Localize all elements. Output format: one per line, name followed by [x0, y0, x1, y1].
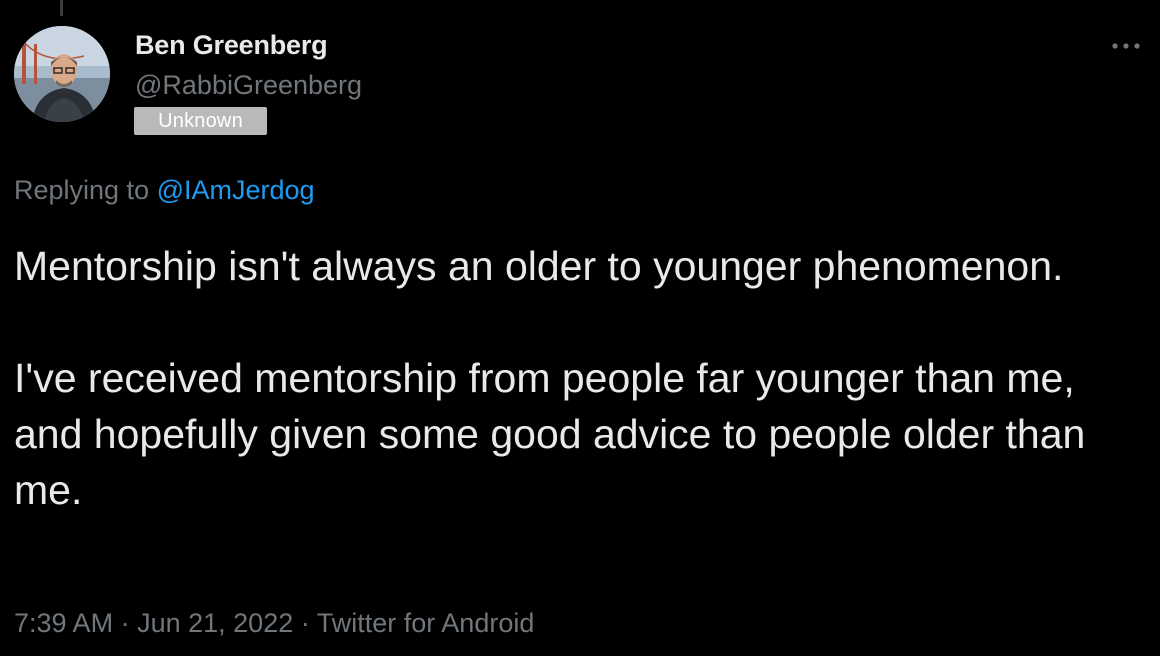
status-badge: Unknown — [134, 107, 267, 135]
replying-to-label: Replying to — [14, 175, 150, 205]
more-horizontal-icon — [1112, 43, 1140, 49]
author-handle[interactable]: @RabbiGreenberg — [135, 70, 362, 101]
meta-separator: · — [120, 608, 130, 638]
tweet-paragraph: Mentorship isn't always an older to youn… — [14, 243, 1064, 289]
replying-to-line: Replying to @IAmJerdog — [14, 175, 315, 206]
reply-mention-link[interactable]: @IAmJerdog — [157, 175, 315, 205]
author-name[interactable]: Ben Greenberg — [135, 30, 328, 61]
avatar[interactable] — [14, 26, 110, 122]
tweet-text: Mentorship isn't always an older to youn… — [14, 238, 1154, 518]
tweet-date[interactable]: Jun 21, 2022 — [137, 608, 293, 638]
tweet-time[interactable]: 7:39 AM — [14, 608, 113, 638]
thread-connector-line — [60, 0, 63, 16]
tweet-paragraph: I've received mentorship from people far… — [14, 355, 1086, 513]
meta-separator: · — [300, 608, 310, 638]
tweet-source[interactable]: Twitter for Android — [317, 608, 535, 638]
tweet-metadata: 7:39 AM · Jun 21, 2022 · Twitter for And… — [14, 608, 534, 639]
avatar-photo — [14, 26, 110, 122]
more-options-button[interactable] — [1110, 36, 1144, 56]
